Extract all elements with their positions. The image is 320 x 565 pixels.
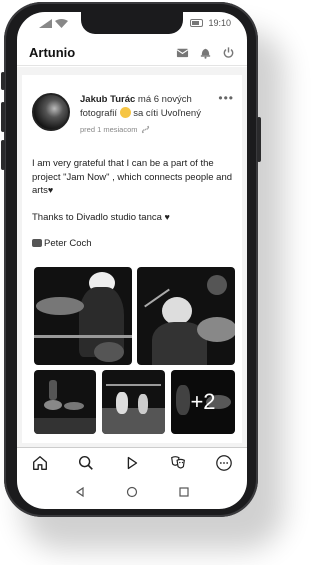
search-icon[interactable] [77,454,95,472]
mail-icon[interactable] [176,46,189,59]
power-side-button [257,117,261,162]
photo-2[interactable] [137,267,235,365]
status-time: 19:10 [208,18,231,28]
signal-icon [39,18,52,28]
post-options-button[interactable]: ••• [218,91,234,105]
post-text-line-2: Thanks to Divadlo studio tanca [32,211,162,223]
photo-3[interactable] [34,370,96,434]
phone-frame: 19:10 Artunio Jakub Turác má 6 nových fo… [1,2,261,517]
app-title: Artunio [29,45,76,60]
photo-4[interactable] [102,370,165,434]
recents-icon[interactable] [178,486,190,498]
app-bar: Artunio [17,40,247,66]
photo-1[interactable] [34,267,132,365]
black-heart-icon: ♥ [47,185,54,195]
volume-up-button [1,102,5,132]
volume-down-button [1,140,5,170]
power-icon[interactable] [222,46,235,59]
feeling-emoji-icon [119,107,131,118]
post-body: I am very grateful that I can be a part … [32,157,237,264]
post-author[interactable]: Jakub Turác [80,94,135,105]
post-feeling: sa cíti Uvoľnený [133,108,201,119]
notch [81,12,183,34]
more-photos-count[interactable]: +2 [171,370,235,434]
avatar[interactable] [32,93,70,131]
system-nav-bar [17,480,247,504]
bottom-nav [17,447,247,477]
post-timestamp[interactable]: pred 1 mesiacom [80,125,138,134]
home-icon[interactable] [31,454,49,472]
post-text-line-1: I am very grateful that I can be a part … [32,158,233,196]
wifi-icon [55,18,68,28]
post-card: Jakub Turác má 6 nových fotografií sa cí… [22,75,242,443]
more-icon[interactable] [215,454,233,472]
battery-icon [190,19,204,27]
post-header: Jakub Turác má 6 nových fotografií sa cí… [80,93,230,121]
bell-icon[interactable] [199,46,212,59]
home-circle-icon[interactable] [126,486,138,498]
theater-masks-icon[interactable] [169,454,187,472]
mute-switch [1,72,5,90]
camera-icon [32,239,42,247]
photo-credit: Peter Coch [44,238,92,249]
photo-5-more[interactable]: +2 [171,370,235,434]
post-meta: pred 1 mesiacom [80,125,150,134]
link-icon [141,125,149,134]
feed: Jakub Turác má 6 nových fotografií sa cí… [17,67,247,447]
back-icon[interactable] [74,486,86,498]
screen: 19:10 Artunio Jakub Turác má 6 nových fo… [17,12,247,509]
black-heart-icon-2: ♥ [164,211,170,222]
play-icon[interactable] [123,454,141,472]
